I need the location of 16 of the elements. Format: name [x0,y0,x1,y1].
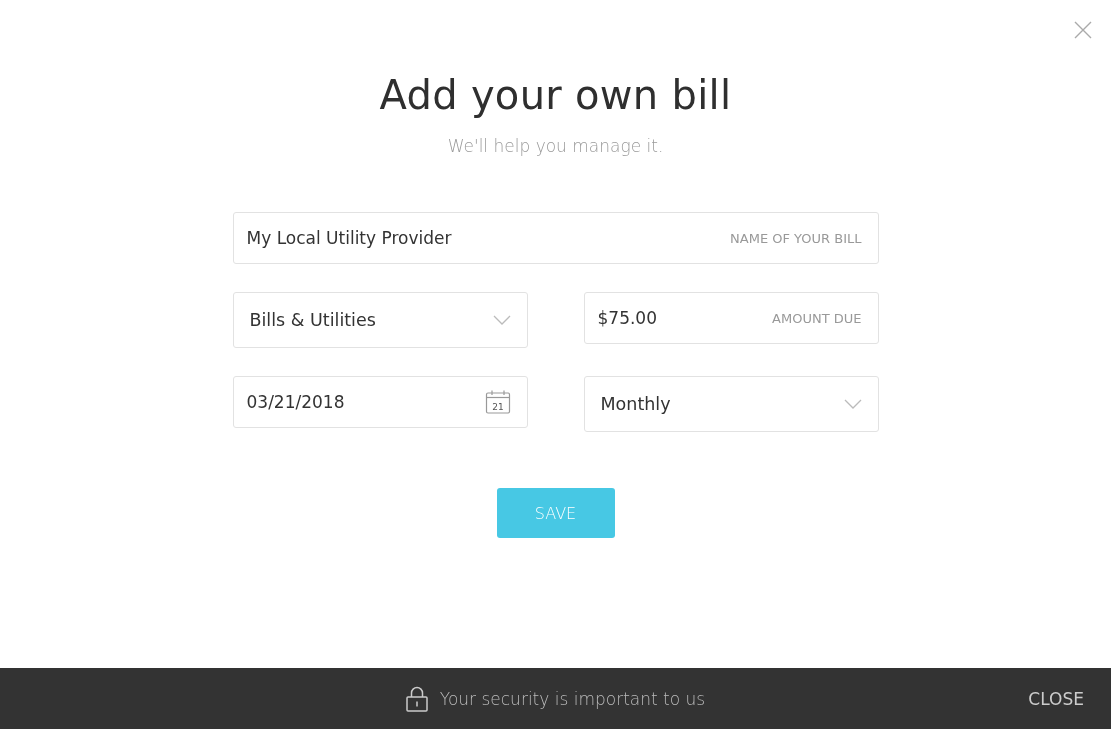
close-button[interactable]: CLOSE [1028,688,1084,709]
field-label: AMOUNT DUE [772,310,862,326]
security-note: Your security is important to us [439,688,706,709]
dialog-subtitle: We'll help you manage it. [447,136,664,156]
date-field[interactable]: 03/21/2018 21 [232,376,528,428]
lock-icon [405,685,428,712]
chevron-down-icon [843,399,862,409]
input-field[interactable]: My Local Utility Provider NAME OF YOUR BILL [232,212,879,264]
field-label: NAME OF YOUR BILL [730,230,862,246]
dropdown[interactable]: Bills & Utilities [232,292,528,348]
dropdown[interactable]: Monthly [583,376,879,432]
chevron-down-icon [492,315,511,325]
dialog-title: Add your own bill [379,71,732,120]
calendar-icon[interactable]: 21 [484,389,511,415]
input-field[interactable]: $75.00 AMOUNT DUE [583,292,879,344]
close-icon[interactable] [1073,20,1093,40]
